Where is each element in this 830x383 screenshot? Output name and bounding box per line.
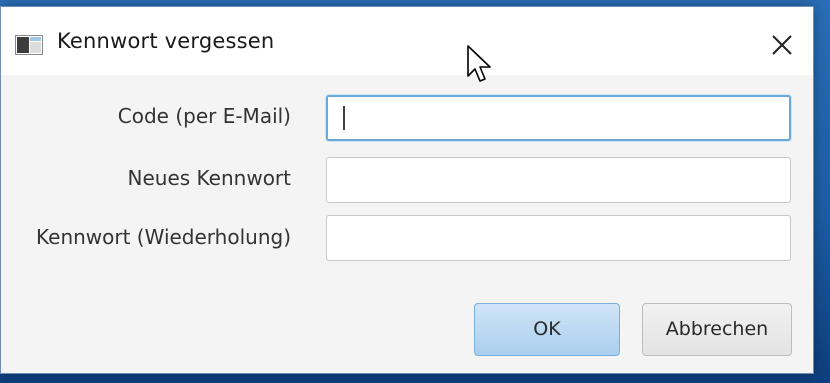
window-title: Kennwort vergessen — [57, 29, 275, 53]
dialog-window: Kennwort vergessen Code (per E-Mail) Neu… — [0, 6, 814, 374]
repeat-password-label: Kennwort (Wiederholung) — [36, 225, 291, 249]
text-caret — [343, 106, 345, 130]
repeat-password-input[interactable] — [326, 215, 791, 261]
code-input[interactable] — [326, 95, 791, 141]
title-bar[interactable]: Kennwort vergessen — [1, 7, 813, 75]
cancel-button[interactable]: Abbrechen — [642, 303, 792, 356]
close-icon[interactable] — [766, 29, 798, 61]
mouse-cursor-icon — [467, 45, 491, 82]
new-password-input[interactable] — [326, 157, 791, 203]
code-label: Code (per E-Mail) — [117, 104, 291, 128]
new-password-label: Neues Kennwort — [127, 166, 291, 190]
app-window-icon — [15, 35, 43, 55]
ok-button[interactable]: OK — [474, 303, 620, 356]
